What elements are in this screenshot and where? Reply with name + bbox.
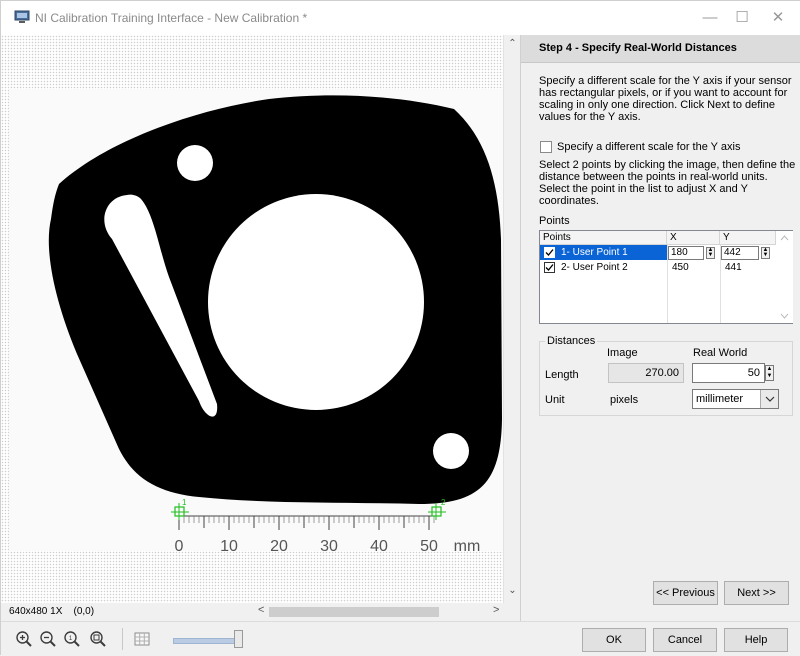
help-button[interactable]: Help (724, 628, 788, 652)
next-button[interactable]: Next >> (724, 581, 789, 605)
real-world-length-input[interactable]: 50 (692, 363, 765, 383)
point-2-x[interactable]: 450 (669, 261, 689, 275)
real-world-length-spinner[interactable]: ▲ ▼ (765, 365, 774, 381)
checkmark-icon (545, 264, 554, 271)
scroll-right-arrow[interactable]: > (493, 604, 499, 616)
scroll-down-arrow[interactable]: ⌄ (504, 585, 521, 596)
point-1-x-spinner[interactable]: ▲ ▼ (706, 247, 715, 259)
svg-text:1: 1 (69, 636, 73, 642)
points-table[interactable]: Points X Y 1- User Point 1 180 ▲ ▼ 442 ▲ ▼… (539, 230, 793, 324)
center-hole (208, 194, 424, 410)
image-length-field: 270.00 (608, 363, 684, 383)
column-divider (720, 245, 721, 323)
point-marker-label: 1 (182, 498, 187, 507)
wizard-step-header: Step 4 - Specify Real-World Distances (521, 35, 800, 63)
image-vertical-scrollbar[interactable]: ⌃ ⌄ (503, 35, 520, 603)
unit-label: Unit (545, 394, 565, 406)
bottom-hole (433, 433, 469, 469)
calibration-wizard-panel: Step 4 - Specify Real-World Distances Sp… (520, 35, 800, 621)
points-label: Points (539, 215, 570, 227)
chevron-down-icon[interactable] (760, 390, 778, 408)
intro-text: Specify a different scale for the Y axis… (539, 75, 792, 123)
image-unit-value: pixels (610, 394, 639, 406)
length-label: Length (545, 369, 579, 381)
viewer-background (1, 551, 503, 603)
image-horizontal-scrollbar[interactable]: < > (255, 604, 505, 620)
ruler-label: 0 (175, 538, 184, 551)
bottom-toolbar: 1 OK Cancel Help (1, 621, 800, 656)
points-table-scrollbar[interactable] (776, 231, 793, 323)
real-world-column-label: Real World (693, 347, 748, 359)
real-world-unit-value: millimeter (696, 393, 744, 405)
point-1-y-spinner[interactable]: ▲ ▼ (761, 247, 770, 259)
calibration-image[interactable]: 0 10 20 30 40 50 mm 1 2 (9, 89, 503, 551)
real-world-unit-select[interactable]: millimeter (692, 389, 779, 409)
point-1-x-input[interactable]: 180 (668, 246, 704, 260)
point-marker-label: 2 (441, 498, 446, 507)
title-bar: NI Calibration Training Interface - New … (1, 1, 800, 35)
toolbar-divider (122, 628, 123, 650)
zoom-1to1-icon[interactable]: 1 (63, 630, 81, 648)
image-status-text: 640x480 1X (0,0) (9, 606, 95, 617)
close-button[interactable]: ✕ (755, 1, 800, 35)
ruler-unit: mm (454, 538, 481, 551)
point-2-checkbox[interactable] (544, 262, 555, 273)
zoom-out-icon[interactable] (39, 630, 57, 648)
zoom-fit-icon[interactable] (89, 630, 107, 648)
image-viewer[interactable]: 0 10 20 30 40 50 mm 1 2 (1, 35, 503, 603)
horizontal-scroll-thumb[interactable] (269, 607, 439, 617)
image-column-label: Image (607, 347, 638, 359)
zoom-slider-track[interactable] (173, 638, 241, 644)
y-scale-checkbox-label[interactable]: Specify a different scale for the Y axis (557, 141, 740, 153)
zoom-slider-thumb[interactable] (234, 630, 243, 648)
ruler-label: 20 (270, 538, 288, 551)
window-title: NI Calibration Training Interface - New … (35, 11, 308, 25)
zoom-in-icon[interactable] (15, 630, 33, 648)
step-title: Step 4 - Specify Real-World Distances (539, 42, 737, 54)
ruler-label: 10 (220, 538, 238, 551)
point-1-name[interactable]: 1- User Point 1 (558, 246, 628, 260)
scroll-arrows-icon (780, 235, 789, 319)
top-hole (177, 145, 213, 181)
column-divider (667, 245, 668, 323)
viewer-background (1, 89, 9, 551)
point-1-y-input[interactable]: 442 (721, 246, 759, 260)
point-2-name[interactable]: 2- User Point 2 (558, 261, 628, 275)
checkmark-icon (545, 249, 554, 256)
ruler-label: 40 (370, 538, 388, 551)
ok-button[interactable]: OK (582, 628, 646, 652)
scroll-left-arrow[interactable]: < (258, 604, 264, 616)
cancel-button[interactable]: Cancel (653, 628, 717, 652)
calibration-window: NI Calibration Training Interface - New … (0, 0, 800, 656)
distances-label: Distances (545, 335, 598, 347)
point-2-y[interactable]: 441 (722, 261, 742, 275)
column-header-points[interactable]: Points (540, 231, 667, 245)
column-header-y[interactable]: Y (720, 231, 776, 245)
scroll-up-arrow[interactable]: ⌃ (504, 38, 521, 49)
grid-icon[interactable] (133, 630, 151, 648)
app-icon (14, 10, 30, 23)
ruler-label: 50 (420, 538, 438, 551)
viewer-background (1, 35, 503, 89)
ruler-label: 30 (320, 538, 338, 551)
previous-button[interactable]: << Previous (653, 581, 718, 605)
instructions-text: Select 2 points by clicking the image, t… (539, 159, 796, 207)
point-1-checkbox[interactable] (544, 247, 555, 258)
column-header-x[interactable]: X (667, 231, 720, 245)
y-scale-checkbox[interactable] (540, 141, 552, 153)
